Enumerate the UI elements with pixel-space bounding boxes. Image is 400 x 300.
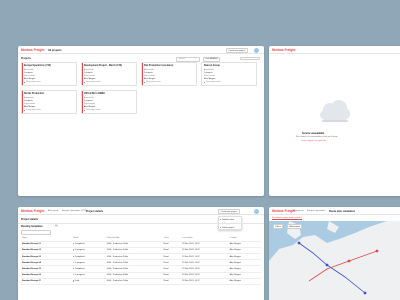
cell-updated: 23 Nov 2023, 14:22 [181,278,229,286]
card-value: 1 projects [24,99,33,102]
card-value: Alex Morgan [84,105,96,108]
project-card[interactable]: Nordic Production Active loads 1 project… [21,90,77,114]
brand-logo[interactable]: Nimbus Freight [21,48,44,52]
support-link[interactable]: Contact support / try again later [301,140,326,142]
card-value: 1 projects [24,71,33,74]
project-card[interactable]: CSS & BE to DMEU Active loads 1 projects… [81,90,137,114]
status-label: Completed [74,243,85,246]
create-project-button[interactable]: Create new project [226,48,248,53]
nav-title: All projects [48,48,62,52]
table-row[interactable]: Standard Europe 07 Draft 1000 - Producti… [21,278,261,286]
status-label: In progress [74,249,85,252]
project-card[interactable]: Beacon Group Active loads 1 projects Pro… [201,62,257,86]
card-accent [22,91,23,113]
card-value: Alex Morgan [204,77,216,80]
card-title: Europe Operations (Y24) [24,65,51,67]
card-link[interactable]: View project name [86,81,101,83]
status-label: Completed [74,268,85,271]
card-accent [82,63,83,85]
section-title: Routing templates [21,225,43,228]
cell-created: Alex Morgan [228,278,261,286]
menu-item-detailed-view[interactable]: Detailed view [222,219,234,221]
breadcrumb-current: Route plan simulation [329,209,356,213]
templates-table: Name Status Pallet Key Attr... Trans. Last u… [21,235,261,286]
divider [18,223,264,224]
card-title: Flat Production (non-Euro) [144,65,174,67]
project-card[interactable]: Europe Operations (Y24) Active loads 1 p… [21,62,77,86]
project-detail-window: Nimbus Freight All projects Europe Opera… [18,207,264,300]
card-value: Alex Morgan [24,105,36,108]
cell-pallet: 1000 - Production Pallet [105,278,163,286]
section-title: Projects [21,57,31,60]
card-value: 1 projects [204,71,213,74]
status-label: In progress [74,261,85,264]
brand-logo[interactable]: Nimbus Freight [272,209,295,213]
card-value: 1 projects [144,71,153,74]
filters-button[interactable]: Filters [273,224,284,229]
card-value: 1 projects [84,99,93,102]
create-project-button[interactable]: Create new project [218,209,240,214]
cell-status: Draft [72,278,106,286]
card-link[interactable]: View project name [86,109,101,111]
card-link[interactable]: View project name [26,81,41,83]
card-title: Nordic Production [24,93,45,95]
count-badge: 16 [54,225,59,228]
status-label: Completed [74,255,85,258]
route-stop[interactable] [325,263,329,267]
card-value: 1 projects [84,71,93,74]
card-value: Alex Morgan [84,77,96,80]
card-link[interactable]: View project name [206,81,221,83]
card-title: CSS & BE to DMEU [84,93,106,95]
card-accent [22,63,23,85]
menu-item-icon [220,227,222,229]
card-accent [142,63,143,85]
breadcrumb-current: Project details [86,209,104,213]
route-stop[interactable] [363,291,367,295]
card-title: Beacon Group [204,65,220,67]
view-toggle[interactable] [240,56,260,60]
menu-item-icon [220,219,222,221]
card-link[interactable]: View project name [146,81,161,83]
card-value: Alex Morgan [24,77,36,80]
route-stop[interactable] [347,259,351,263]
menu-item-delete[interactable]: Delete project [222,227,234,229]
route-stop[interactable] [375,249,379,253]
brand-logo[interactable]: Nimbus Freight [21,209,44,213]
cell-trans: Road [162,278,182,286]
cell-name[interactable]: Standard Europe 07 [21,278,72,286]
breadcrumb-2[interactable]: Europe Operations (Y24) [62,210,86,212]
breadcrumb-1[interactable]: All projects [293,210,304,212]
cloud-icon [320,100,350,122]
projects-window: Nimbus Freight All projects Create new p… [18,46,264,196]
user-avatar[interactable] [254,47,259,53]
empty-title: Service unavailable [302,132,325,135]
status-label: In progress [74,274,85,277]
search-input[interactable]: Search [176,56,200,62]
project-card[interactable]: Flat Production (non-Euro) Active loads … [141,62,197,86]
breadcrumb-2[interactable]: Europe Operations [307,210,325,212]
breadcrumb-1[interactable]: All projects [48,210,59,212]
brand-logo[interactable]: Nimbus Freight [272,48,295,52]
service-window: Nimbus Freight Service unavailable We're… [269,46,400,196]
card-title: Development Project - March (Y24) [84,65,122,67]
card-accent [82,91,83,113]
empty-body: We're sorry for the inconvenience while … [296,136,338,138]
map-window: Nimbus Freight All projects Europe Opera… [269,207,400,300]
status-label: Draft [74,280,80,283]
project-card[interactable]: Development Project - March (Y24) Active… [81,62,137,86]
project-heading: Project details [21,218,39,221]
alternatives-button[interactable]: Alternatives [287,224,303,229]
user-avatar[interactable] [254,208,259,214]
tab-scheme[interactable]: Standard supply chain scheme [272,217,302,220]
route-stop[interactable] [297,241,301,245]
sort-button[interactable]: Last Modified [203,56,220,62]
card-link[interactable]: View project name [26,109,41,111]
route-map[interactable] [269,221,400,300]
card-value: Alex Morgan [144,77,156,80]
